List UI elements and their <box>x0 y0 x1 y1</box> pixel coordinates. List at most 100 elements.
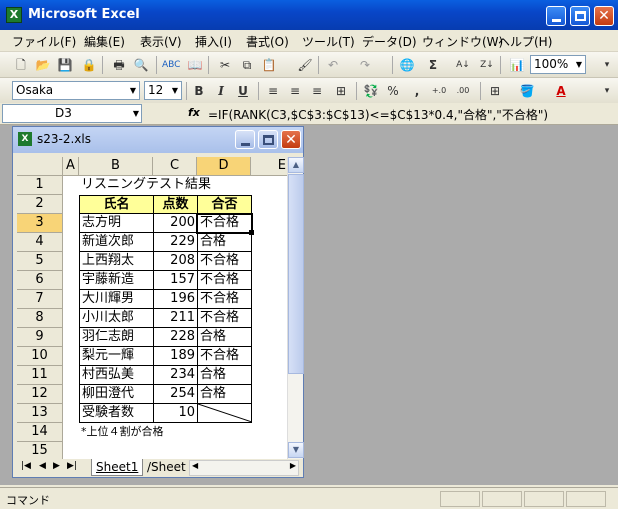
redo-icon[interactable]: ↷ <box>356 56 374 74</box>
merge-center-icon[interactable]: ⊞ <box>332 82 350 100</box>
cell-result[interactable]: 不合格 <box>197 347 252 366</box>
menu-window[interactable]: ウィンドウ(W) <box>422 33 503 50</box>
header-name[interactable]: 氏名 <box>79 195 154 214</box>
row-header-13[interactable]: 13 <box>17 404 63 423</box>
cell-result[interactable]: 合格 <box>197 328 252 347</box>
row-header-14[interactable]: 14 <box>17 423 63 442</box>
vertical-scrollbar[interactable]: ▲ ▼ <box>287 157 304 459</box>
bold-button[interactable]: B <box>190 82 208 100</box>
sheet-title[interactable]: リスニングテスト結果 <box>79 176 259 195</box>
borders-icon[interactable]: ⊞ <box>486 82 504 100</box>
fill-handle[interactable] <box>249 230 254 235</box>
next-sheet-icon[interactable]: ▶ <box>53 461 60 471</box>
cell-result[interactable]: 不合格 <box>197 252 252 271</box>
horizontal-scrollbar[interactable]: ◀ ▶ <box>189 460 299 476</box>
font-size-select[interactable]: 12 ▼ <box>144 81 182 100</box>
menu-data[interactable]: データ(D) <box>362 33 417 50</box>
cell-score[interactable]: 229 <box>153 233 198 252</box>
spelling-icon[interactable]: ABC <box>162 56 180 74</box>
minimize-button[interactable] <box>546 6 566 26</box>
underline-button[interactable]: U <box>234 82 252 100</box>
align-left-icon[interactable]: ≡ <box>264 82 282 100</box>
zoom-select[interactable]: 100% ▼ <box>530 55 586 74</box>
select-all-corner[interactable] <box>17 157 63 176</box>
cell-result[interactable]: 不合格 <box>197 290 252 309</box>
row-header-4[interactable]: 4 <box>17 233 63 252</box>
formula-input[interactable]: =IF(RANK(C3,$C$3:$C$13)<=$C$13*0.4,"合格",… <box>208 106 548 123</box>
hyperlink-icon[interactable]: 🌐 <box>398 56 416 74</box>
row-header-6[interactable]: 6 <box>17 271 63 290</box>
decrease-decimal-icon[interactable]: .00 <box>454 82 472 100</box>
cell-result[interactable]: 合格 <box>197 366 252 385</box>
menu-format[interactable]: 書式(O) <box>246 33 289 50</box>
column-header-b[interactable]: B <box>79 157 153 176</box>
format-painter-icon[interactable]: 🖌 <box>296 56 314 74</box>
tab-sheet1[interactable]: Sheet1 <box>91 459 144 476</box>
row-header-9[interactable]: 9 <box>17 328 63 347</box>
currency-icon[interactable]: 💱 <box>362 82 380 100</box>
font-select[interactable]: Osaka ▼ <box>12 81 140 100</box>
cell-name[interactable]: 上西翔太 <box>79 252 154 271</box>
scroll-up-icon[interactable]: ▲ <box>288 157 304 173</box>
row-header-7[interactable]: 7 <box>17 290 63 309</box>
italic-button[interactable]: I <box>212 82 230 100</box>
cell-score[interactable]: 234 <box>153 366 198 385</box>
cut-icon[interactable]: ✂ <box>216 56 234 74</box>
cell-score[interactable]: 200 <box>153 214 198 233</box>
row-header-11[interactable]: 11 <box>17 366 63 385</box>
prev-sheet-icon[interactable]: ◀ <box>39 461 46 471</box>
cell-score[interactable]: 157 <box>153 271 198 290</box>
scroll-thumb[interactable] <box>288 174 304 374</box>
toolbar-options-icon[interactable]: ▾ <box>598 82 616 100</box>
save-icon[interactable]: 💾 <box>56 56 74 74</box>
percent-button[interactable]: % <box>384 82 402 100</box>
cell-result[interactable]: 合格 <box>197 385 252 404</box>
cell-score[interactable]: 254 <box>153 385 198 404</box>
row-header-5[interactable]: 5 <box>17 252 63 271</box>
chart-wizard-icon[interactable]: 📊 <box>508 56 526 74</box>
menu-view[interactable]: 表示(V) <box>140 33 182 50</box>
cell-result[interactable]: 不合格 <box>197 309 252 328</box>
font-color-icon[interactable]: A <box>552 82 570 100</box>
name-box[interactable]: D3 ▼ <box>2 104 142 123</box>
row-header-10[interactable]: 10 <box>17 347 63 366</box>
cell-result[interactable]: 不合格 <box>197 271 252 290</box>
copy-icon[interactable]: ⧉ <box>238 56 256 74</box>
cell-name[interactable]: 梨元一輝 <box>79 347 154 366</box>
column-header-d[interactable]: D <box>197 157 251 176</box>
cell-name[interactable]: 羽仁志朗 <box>79 328 154 347</box>
increase-decimal-icon[interactable]: +.0 <box>430 82 448 100</box>
menu-help[interactable]: ヘルプ(H) <box>498 33 552 50</box>
column-header-c[interactable]: C <box>153 157 197 176</box>
permission-icon[interactable]: 🔒 <box>80 56 98 74</box>
count-label[interactable]: 受験者数 <box>79 404 154 423</box>
cell-score[interactable]: 211 <box>153 309 198 328</box>
cell-score[interactable]: 228 <box>153 328 198 347</box>
row-header-8[interactable]: 8 <box>17 309 63 328</box>
row-header-3[interactable]: 3 <box>17 214 63 233</box>
tab-sheet-next[interactable]: /Sheet <box>143 459 190 476</box>
count-value[interactable]: 10 <box>153 404 198 423</box>
paste-icon[interactable]: 📋 <box>260 56 278 74</box>
cell-score[interactable]: 196 <box>153 290 198 309</box>
menu-insert[interactable]: 挿入(I) <box>195 33 232 50</box>
research-icon[interactable]: 📖 <box>186 56 204 74</box>
comma-button[interactable]: , <box>408 82 426 100</box>
scroll-left-icon[interactable]: ◀ <box>192 461 198 470</box>
close-button[interactable]: ✕ <box>594 6 614 26</box>
open-icon[interactable]: 📂 <box>34 56 52 74</box>
cell-score[interactable]: 208 <box>153 252 198 271</box>
new-icon[interactable]: 🗋 <box>12 56 30 74</box>
print-preview-icon[interactable]: 🔍 <box>132 56 150 74</box>
row-header-15[interactable]: 15 <box>17 442 63 459</box>
align-right-icon[interactable]: ≡ <box>308 82 326 100</box>
cell-name[interactable]: 大川輝男 <box>79 290 154 309</box>
cell-result[interactable]: 合格 <box>197 233 252 252</box>
menu-tools[interactable]: ツール(T) <box>302 33 355 50</box>
workbook-maximize-button[interactable] <box>258 130 278 149</box>
scroll-right-icon[interactable]: ▶ <box>290 461 296 470</box>
autosum-icon[interactable]: Σ <box>424 56 442 74</box>
cell-name[interactable]: 小川太郎 <box>79 309 154 328</box>
menu-edit[interactable]: 編集(E) <box>84 33 125 50</box>
maximize-button[interactable] <box>570 6 590 26</box>
